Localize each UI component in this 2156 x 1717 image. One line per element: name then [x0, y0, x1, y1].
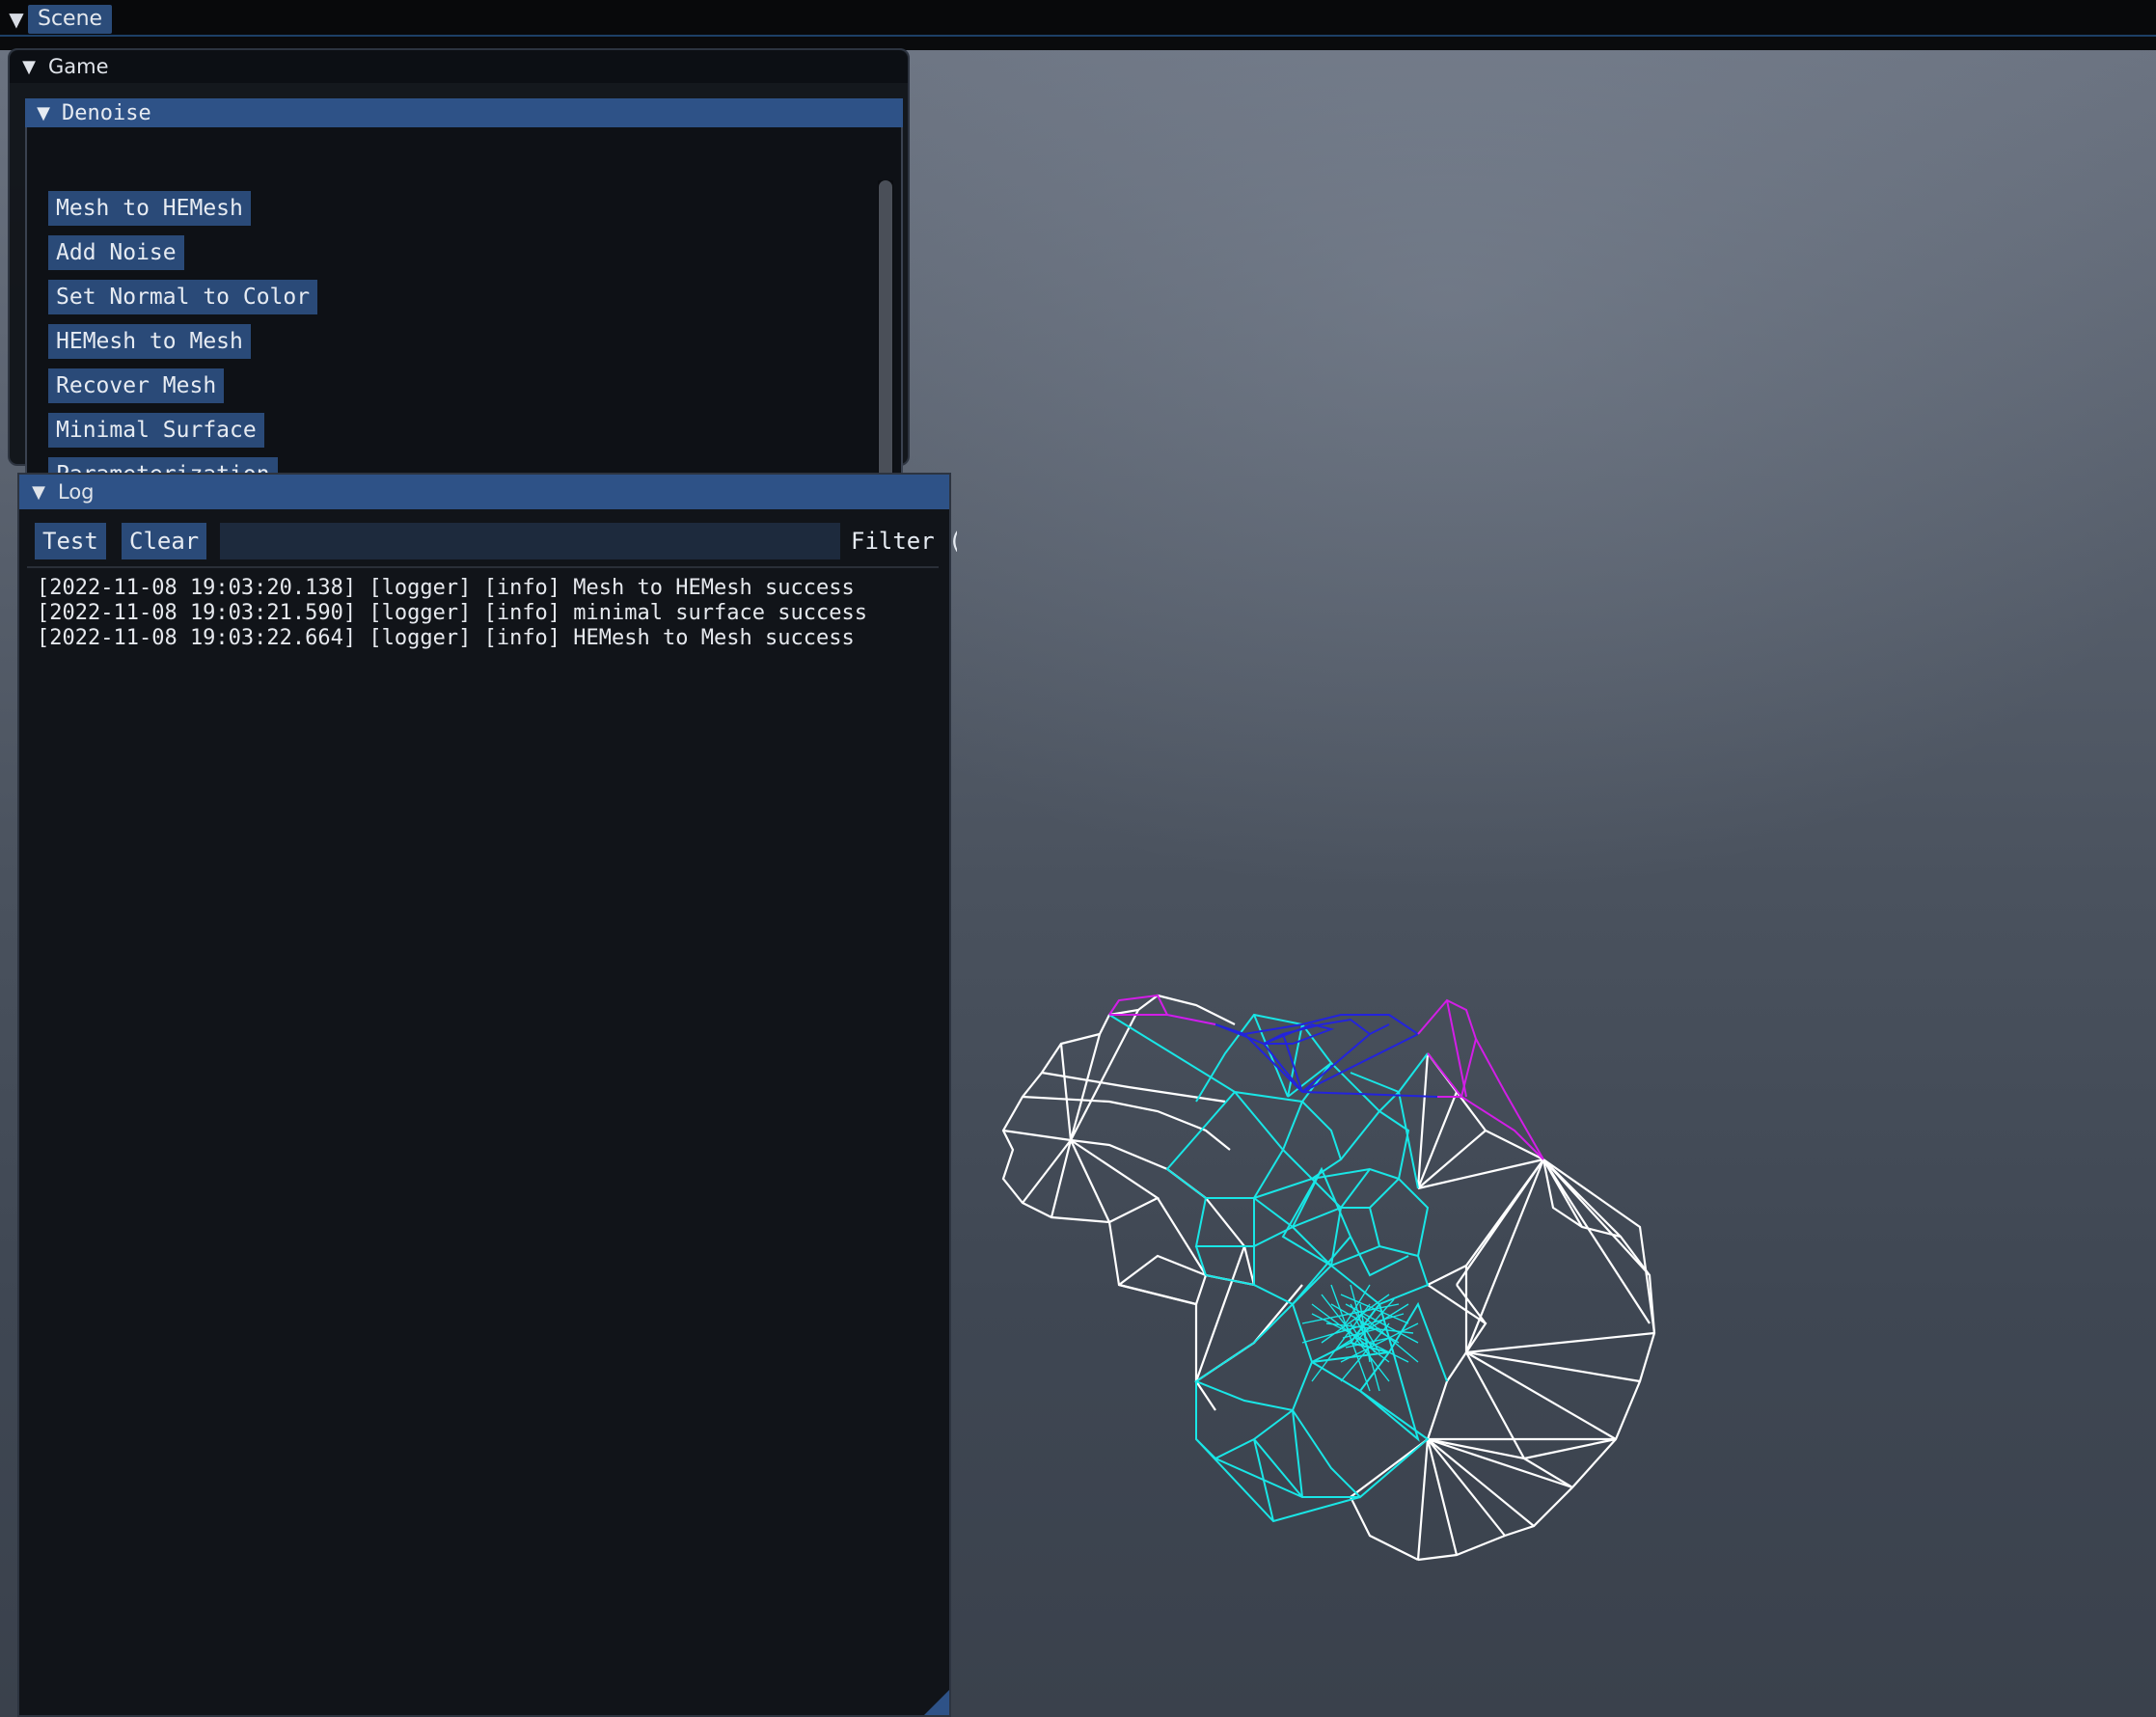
- collapse-arrow-icon[interactable]: ▼: [19, 482, 58, 503]
- add-noise-button[interactable]: Add Noise: [48, 235, 184, 270]
- collapse-arrow-icon[interactable]: ▼: [25, 103, 62, 123]
- resize-grip-icon[interactable]: [924, 1690, 949, 1715]
- hemesh-to-mesh-button[interactable]: HEMesh to Mesh: [48, 324, 251, 359]
- log-window-title-bar[interactable]: ▼ Log: [19, 475, 949, 509]
- scrollbar-thumb[interactable]: [879, 180, 892, 494]
- log-line: [2022-11-08 19:03:21.590] [logger] [info…: [37, 601, 867, 625]
- filter-label: Filter ("incl,-excl") ("error"): [851, 528, 957, 555]
- set-normal-to-color-button[interactable]: Set Normal to Color: [48, 280, 318, 314]
- denoise-section-body: Mesh to HEMesh Add Noise Set Normal to C…: [25, 127, 903, 499]
- denoise-scrollbar[interactable]: [878, 180, 893, 494]
- game-window-title: Game: [48, 55, 109, 78]
- denoise-section-title: Denoise: [62, 100, 151, 125]
- mesh-magenta-edges: [1108, 994, 1544, 1160]
- mesh-cyan-edges: [1108, 1013, 1448, 1523]
- denoise-section-header[interactable]: ▼ Denoise: [25, 98, 903, 127]
- log-window[interactable]: ▼ Log Test Clear Filter ("incl,-excl") (…: [17, 473, 957, 1717]
- mesh-white-edges: [1001, 994, 1656, 1562]
- minimal-surface-button[interactable]: Minimal Surface: [48, 413, 264, 448]
- game-window-title-bar[interactable]: ▼ Game: [10, 50, 908, 83]
- log-output: [2022-11-08 19:03:20.138] [logger] [info…: [37, 576, 867, 651]
- filter-input[interactable]: [220, 523, 840, 559]
- scene-menu[interactable]: ▼ Scene: [5, 4, 119, 34]
- test-button[interactable]: Test: [35, 523, 106, 559]
- scene-menu-label[interactable]: Scene: [28, 4, 113, 34]
- clear-button[interactable]: Clear: [122, 523, 207, 559]
- log-divider: [27, 566, 939, 568]
- recover-mesh-button[interactable]: Recover Mesh: [48, 368, 225, 403]
- game-window[interactable]: ▼ Game ▼ Denoise Mesh to HEMesh Add Nois…: [8, 48, 910, 499]
- log-line: [2022-11-08 19:03:20.138] [logger] [info…: [37, 576, 855, 600]
- menu-bar: ▼ Scene: [0, 0, 2156, 37]
- log-window-title: Log: [58, 480, 95, 504]
- menu-arrow-icon[interactable]: ▼: [5, 5, 28, 34]
- collapse-arrow-icon[interactable]: ▼: [10, 57, 48, 77]
- log-toolbar: Test Clear Filter ("incl,-excl") ("error…: [19, 523, 957, 561]
- mesh-to-hemesh-button[interactable]: Mesh to HEMesh: [48, 191, 251, 226]
- log-line: [2022-11-08 19:03:22.664] [logger] [info…: [37, 626, 855, 650]
